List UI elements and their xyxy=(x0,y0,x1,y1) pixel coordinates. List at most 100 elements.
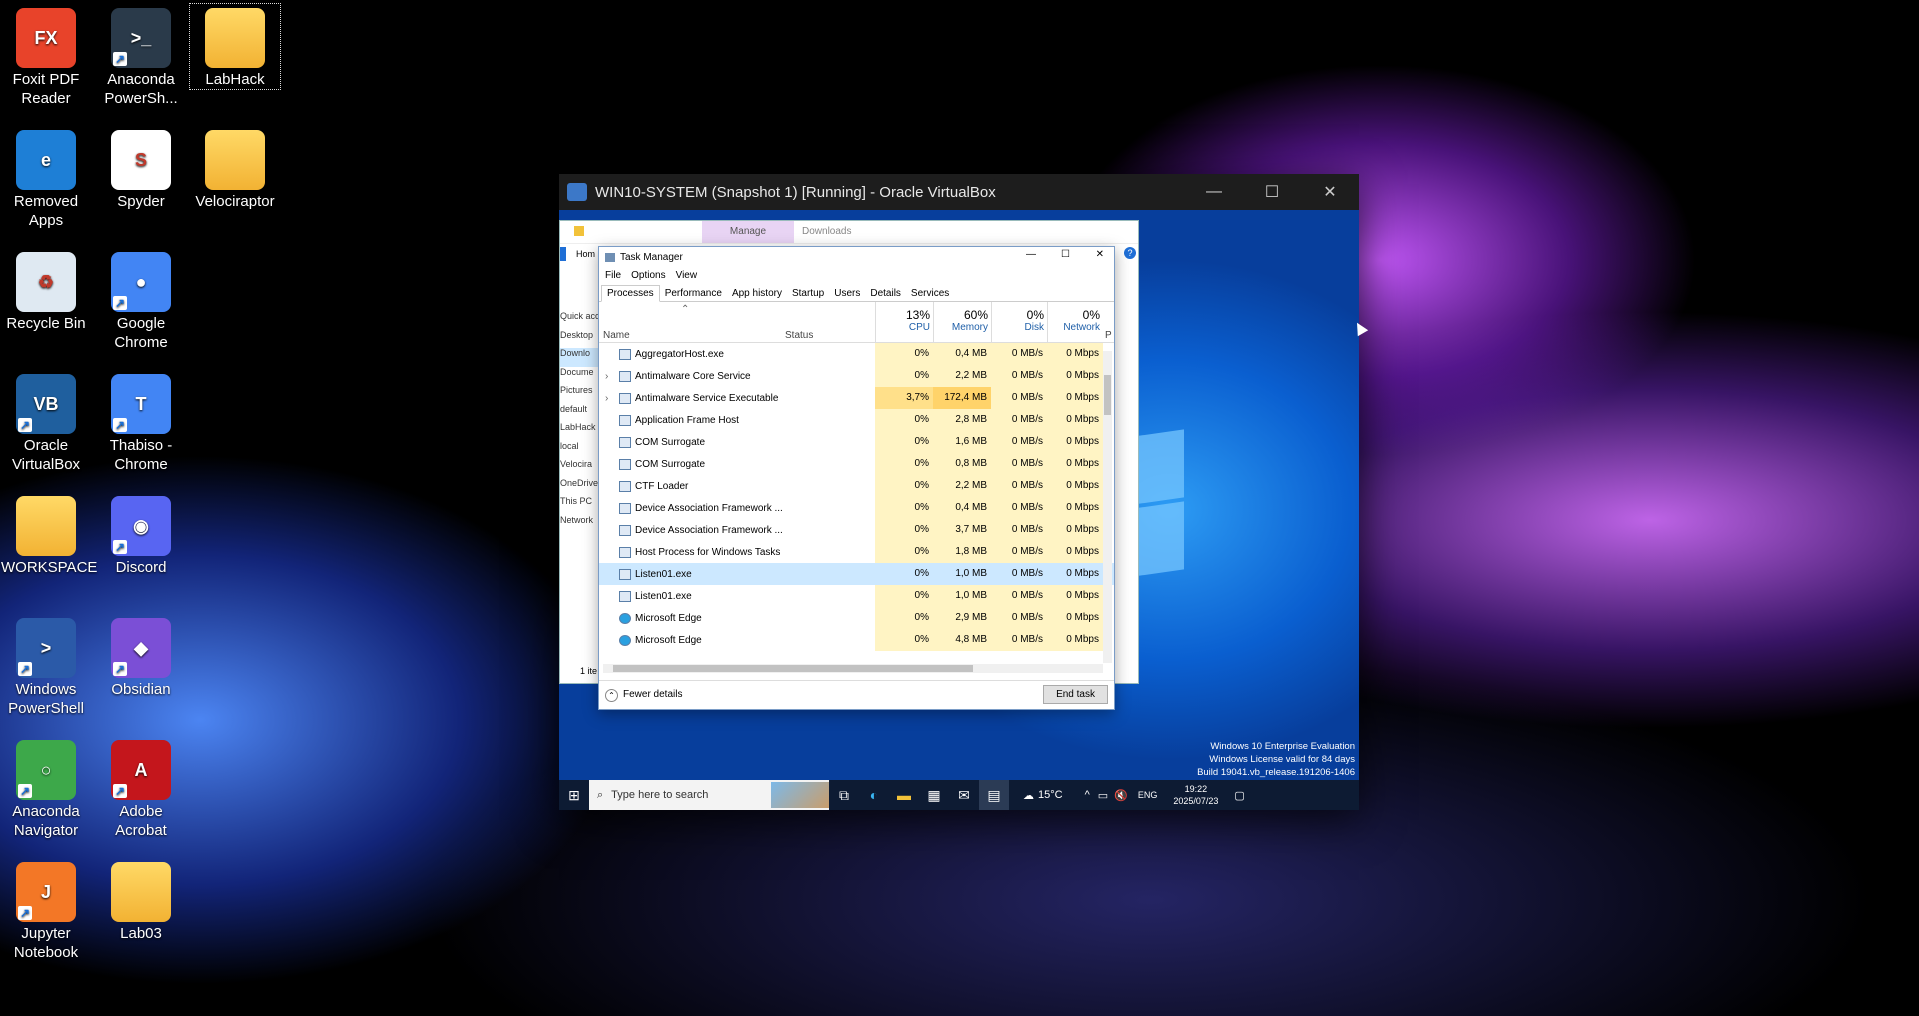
minimize-button[interactable]: — xyxy=(1185,174,1243,210)
process-row[interactable]: Device Association Framework ... 0% 3,7 MB… xyxy=(599,519,1114,541)
weather-temp[interactable]: 15°C xyxy=(1038,789,1063,801)
expand-chevron-icon[interactable]: › xyxy=(605,393,608,404)
vm-screen[interactable]: Manage Downloads Hom Quick acc Desktop Dow… xyxy=(559,210,1359,810)
desktop-icon-discord[interactable]: ◉ ↗ Discord xyxy=(96,492,186,577)
desktop-icon-velociraptor[interactable]: Velociraptor xyxy=(190,126,280,211)
col-memory-header[interactable]: 60% Memory xyxy=(933,302,992,342)
mail-taskbar-icon[interactable]: ✉ xyxy=(949,780,979,810)
col-name-header[interactable]: Name xyxy=(603,330,630,341)
desktop-icon-anaconda-navigator[interactable]: ○ ↗ Anaconda Navigator xyxy=(1,736,91,840)
desktop-icon-spyder[interactable]: S Spyder xyxy=(96,126,186,211)
end-task-button[interactable]: End task xyxy=(1043,685,1108,704)
tm-maximize-button[interactable]: ☐ xyxy=(1061,249,1070,260)
desktop-icon-foxit-pdf-reader[interactable]: FX Foxit PDF Reader xyxy=(1,4,91,108)
col-cpu-header[interactable]: 13% CPU xyxy=(875,302,934,342)
ribbon-manage-tab[interactable]: Manage xyxy=(702,221,794,243)
file-tab[interactable] xyxy=(560,247,566,261)
explorer-nav-item[interactable]: Velocira xyxy=(560,459,600,478)
process-row[interactable]: Host Process for Windows Tasks 0% 1,8 MB 0 … xyxy=(599,541,1114,563)
process-row[interactable]: Application Frame Host 0% 2,8 MB 0 MB/s 0 Mb… xyxy=(599,409,1114,431)
explorer-nav-item[interactable]: Downlo xyxy=(560,348,600,367)
help-icon[interactable]: ? xyxy=(1124,247,1136,259)
task-manager-window[interactable]: Task Manager — ☐ ✕ File Options View Proce… xyxy=(598,246,1115,710)
explorer-nav-item[interactable]: Pictures xyxy=(560,385,600,404)
language-indicator[interactable]: ENG xyxy=(1138,790,1158,800)
weather-icon[interactable]: ☁ xyxy=(1023,789,1034,802)
expand-chevron-icon[interactable]: › xyxy=(605,371,608,382)
desktop-icon-windows-powershell[interactable]: > ↗ Windows PowerShell xyxy=(1,614,91,718)
fewer-details-link[interactable]: Fewer details xyxy=(623,689,682,700)
process-row[interactable]: COM Surrogate 0% 0,8 MB 0 MB/s 0 Mbps xyxy=(599,453,1114,475)
desktop-icon-lab03[interactable]: Lab03 xyxy=(96,858,186,943)
process-row[interactable]: Microsoft Edge 0% 4,8 MB 0 MB/s 0 Mbps xyxy=(599,629,1114,651)
vertical-scrollbar[interactable] xyxy=(1103,351,1112,663)
file-explorer-taskbar-icon[interactable]: ▬ xyxy=(889,780,919,810)
tab-details[interactable]: Details xyxy=(865,286,906,301)
desktop-icon-labhack[interactable]: LabHack xyxy=(189,3,281,90)
explorer-nav-item[interactable]: Docume xyxy=(560,367,600,386)
desktop-icon-removed-apps[interactable]: e Removed Apps xyxy=(1,126,91,230)
menu-view[interactable]: View xyxy=(676,270,698,281)
process-row[interactable]: CTF Loader 0% 2,2 MB 0 MB/s 0 Mbps xyxy=(599,475,1114,497)
volume-tray-icon[interactable]: 🔇 xyxy=(1114,789,1128,802)
tab-users[interactable]: Users xyxy=(829,286,865,301)
process-row[interactable]: Device Association Framework ... 0% 0,4 MB… xyxy=(599,497,1114,519)
start-icon[interactable]: ⊞ xyxy=(559,780,589,810)
process-row[interactable]: AggregatorHost.exe 0% 0,4 MB 0 MB/s 0 Mbps xyxy=(599,343,1114,365)
tray-chevron-icon[interactable]: ^ xyxy=(1085,789,1090,801)
explorer-nav-item[interactable]: LabHack xyxy=(560,422,600,441)
maximize-button[interactable]: ☐ xyxy=(1243,174,1301,210)
desktop-icon-thabiso-chrome[interactable]: T ↗ Thabiso - Chrome xyxy=(96,370,186,474)
close-button[interactable]: ✕ xyxy=(1301,174,1359,210)
desktop-icon-oracle-virtualbox[interactable]: VB ↗ Oracle VirtualBox xyxy=(1,370,91,474)
tab-performance[interactable]: Performance xyxy=(660,286,727,301)
explorer-nav-item[interactable]: Network xyxy=(560,515,600,534)
network-tray-icon[interactable]: ▭ xyxy=(1098,789,1108,802)
tm-minimize-button[interactable]: — xyxy=(1026,249,1036,260)
task-manager-taskbar-icon[interactable]: ▤ xyxy=(979,780,1009,810)
tab-startup[interactable]: Startup xyxy=(787,286,829,301)
explorer-nav-item[interactable]: This PC xyxy=(560,496,600,515)
process-row[interactable]: Microsoft Edge 0% 2,9 MB 0 MB/s 0 Mbps xyxy=(599,607,1114,629)
taskbar-search-box[interactable]: ⌕ Type here to search xyxy=(589,780,829,810)
col-status-header[interactable]: Status xyxy=(785,330,813,341)
task-manager-titlebar[interactable]: Task Manager — ☐ ✕ xyxy=(599,247,1114,267)
desktop-icon-workspace[interactable]: WORKSPACE xyxy=(1,492,97,577)
explorer-nav-item[interactable]: Desktop xyxy=(560,330,600,349)
desktop-icon-adobe-acrobat[interactable]: A ↗ Adobe Acrobat xyxy=(96,736,186,840)
col-power-header[interactable]: P xyxy=(1105,330,1112,341)
process-row[interactable]: COM Surrogate 0% 1,6 MB 0 MB/s 0 Mbps xyxy=(599,431,1114,453)
explorer-nav-item[interactable]: default xyxy=(560,404,600,423)
process-row[interactable]: Listen01.exe 0% 1,0 MB 0 MB/s 0 Mbps xyxy=(599,563,1114,585)
store-taskbar-icon[interactable]: ▦ xyxy=(919,780,949,810)
tab-app-history[interactable]: App history xyxy=(727,286,787,301)
desktop-icon-jupyter-notebook[interactable]: J ↗ Jupyter Notebook xyxy=(1,858,91,962)
horizontal-scroll-thumb[interactable] xyxy=(613,665,973,672)
tab-services[interactable]: Services xyxy=(906,286,954,301)
desktop-icon-anaconda-powersh[interactable]: >_ ↗ Anaconda PowerSh... xyxy=(96,4,186,108)
horizontal-scrollbar[interactable] xyxy=(603,664,1103,673)
col-network-header[interactable]: 0% Network xyxy=(1047,302,1104,342)
explorer-home-tab[interactable]: Hom xyxy=(576,249,595,259)
fewer-details-icon[interactable]: ⌃ xyxy=(605,689,618,702)
desktop-icon-google-chrome[interactable]: ● ↗ Google Chrome xyxy=(96,248,186,352)
menu-options[interactable]: Options xyxy=(631,270,665,281)
notification-icon[interactable]: ▢ xyxy=(1234,789,1244,802)
menu-file[interactable]: File xyxy=(605,270,621,281)
process-row[interactable]: › Antimalware Service Executable 3,7% 172,4… xyxy=(599,387,1114,409)
desktop-icon-recycle-bin[interactable]: ♻ Recycle Bin xyxy=(1,248,91,333)
process-row[interactable]: Listen01.exe 0% 1,0 MB 0 MB/s 0 Mbps xyxy=(599,585,1114,607)
explorer-titlebar[interactable]: Manage Downloads xyxy=(560,221,1138,244)
col-disk-header[interactable]: 0% Disk xyxy=(991,302,1048,342)
desktop-icon-obsidian[interactable]: ◆ ↗ Obsidian xyxy=(96,614,186,699)
explorer-nav-item[interactable]: local xyxy=(560,441,600,460)
tm-close-button[interactable]: ✕ xyxy=(1096,249,1104,260)
explorer-nav-item[interactable]: Quick acc xyxy=(560,311,600,330)
clock[interactable]: 19:22 2025/07/23 xyxy=(1173,783,1218,807)
task-view-icon[interactable]: ⧉ xyxy=(829,780,859,810)
explorer-nav-item[interactable]: OneDrive xyxy=(560,478,600,497)
virtualbox-window[interactable]: WIN10-SYSTEM (Snapshot 1) [Running] - Or… xyxy=(559,174,1359,810)
process-row[interactable]: › Antimalware Core Service 0% 2,2 MB 0 MB/s 0… xyxy=(599,365,1114,387)
virtualbox-titlebar[interactable]: WIN10-SYSTEM (Snapshot 1) [Running] - Or… xyxy=(559,174,1359,210)
edge-taskbar-icon[interactable]: ◐ xyxy=(859,780,889,810)
